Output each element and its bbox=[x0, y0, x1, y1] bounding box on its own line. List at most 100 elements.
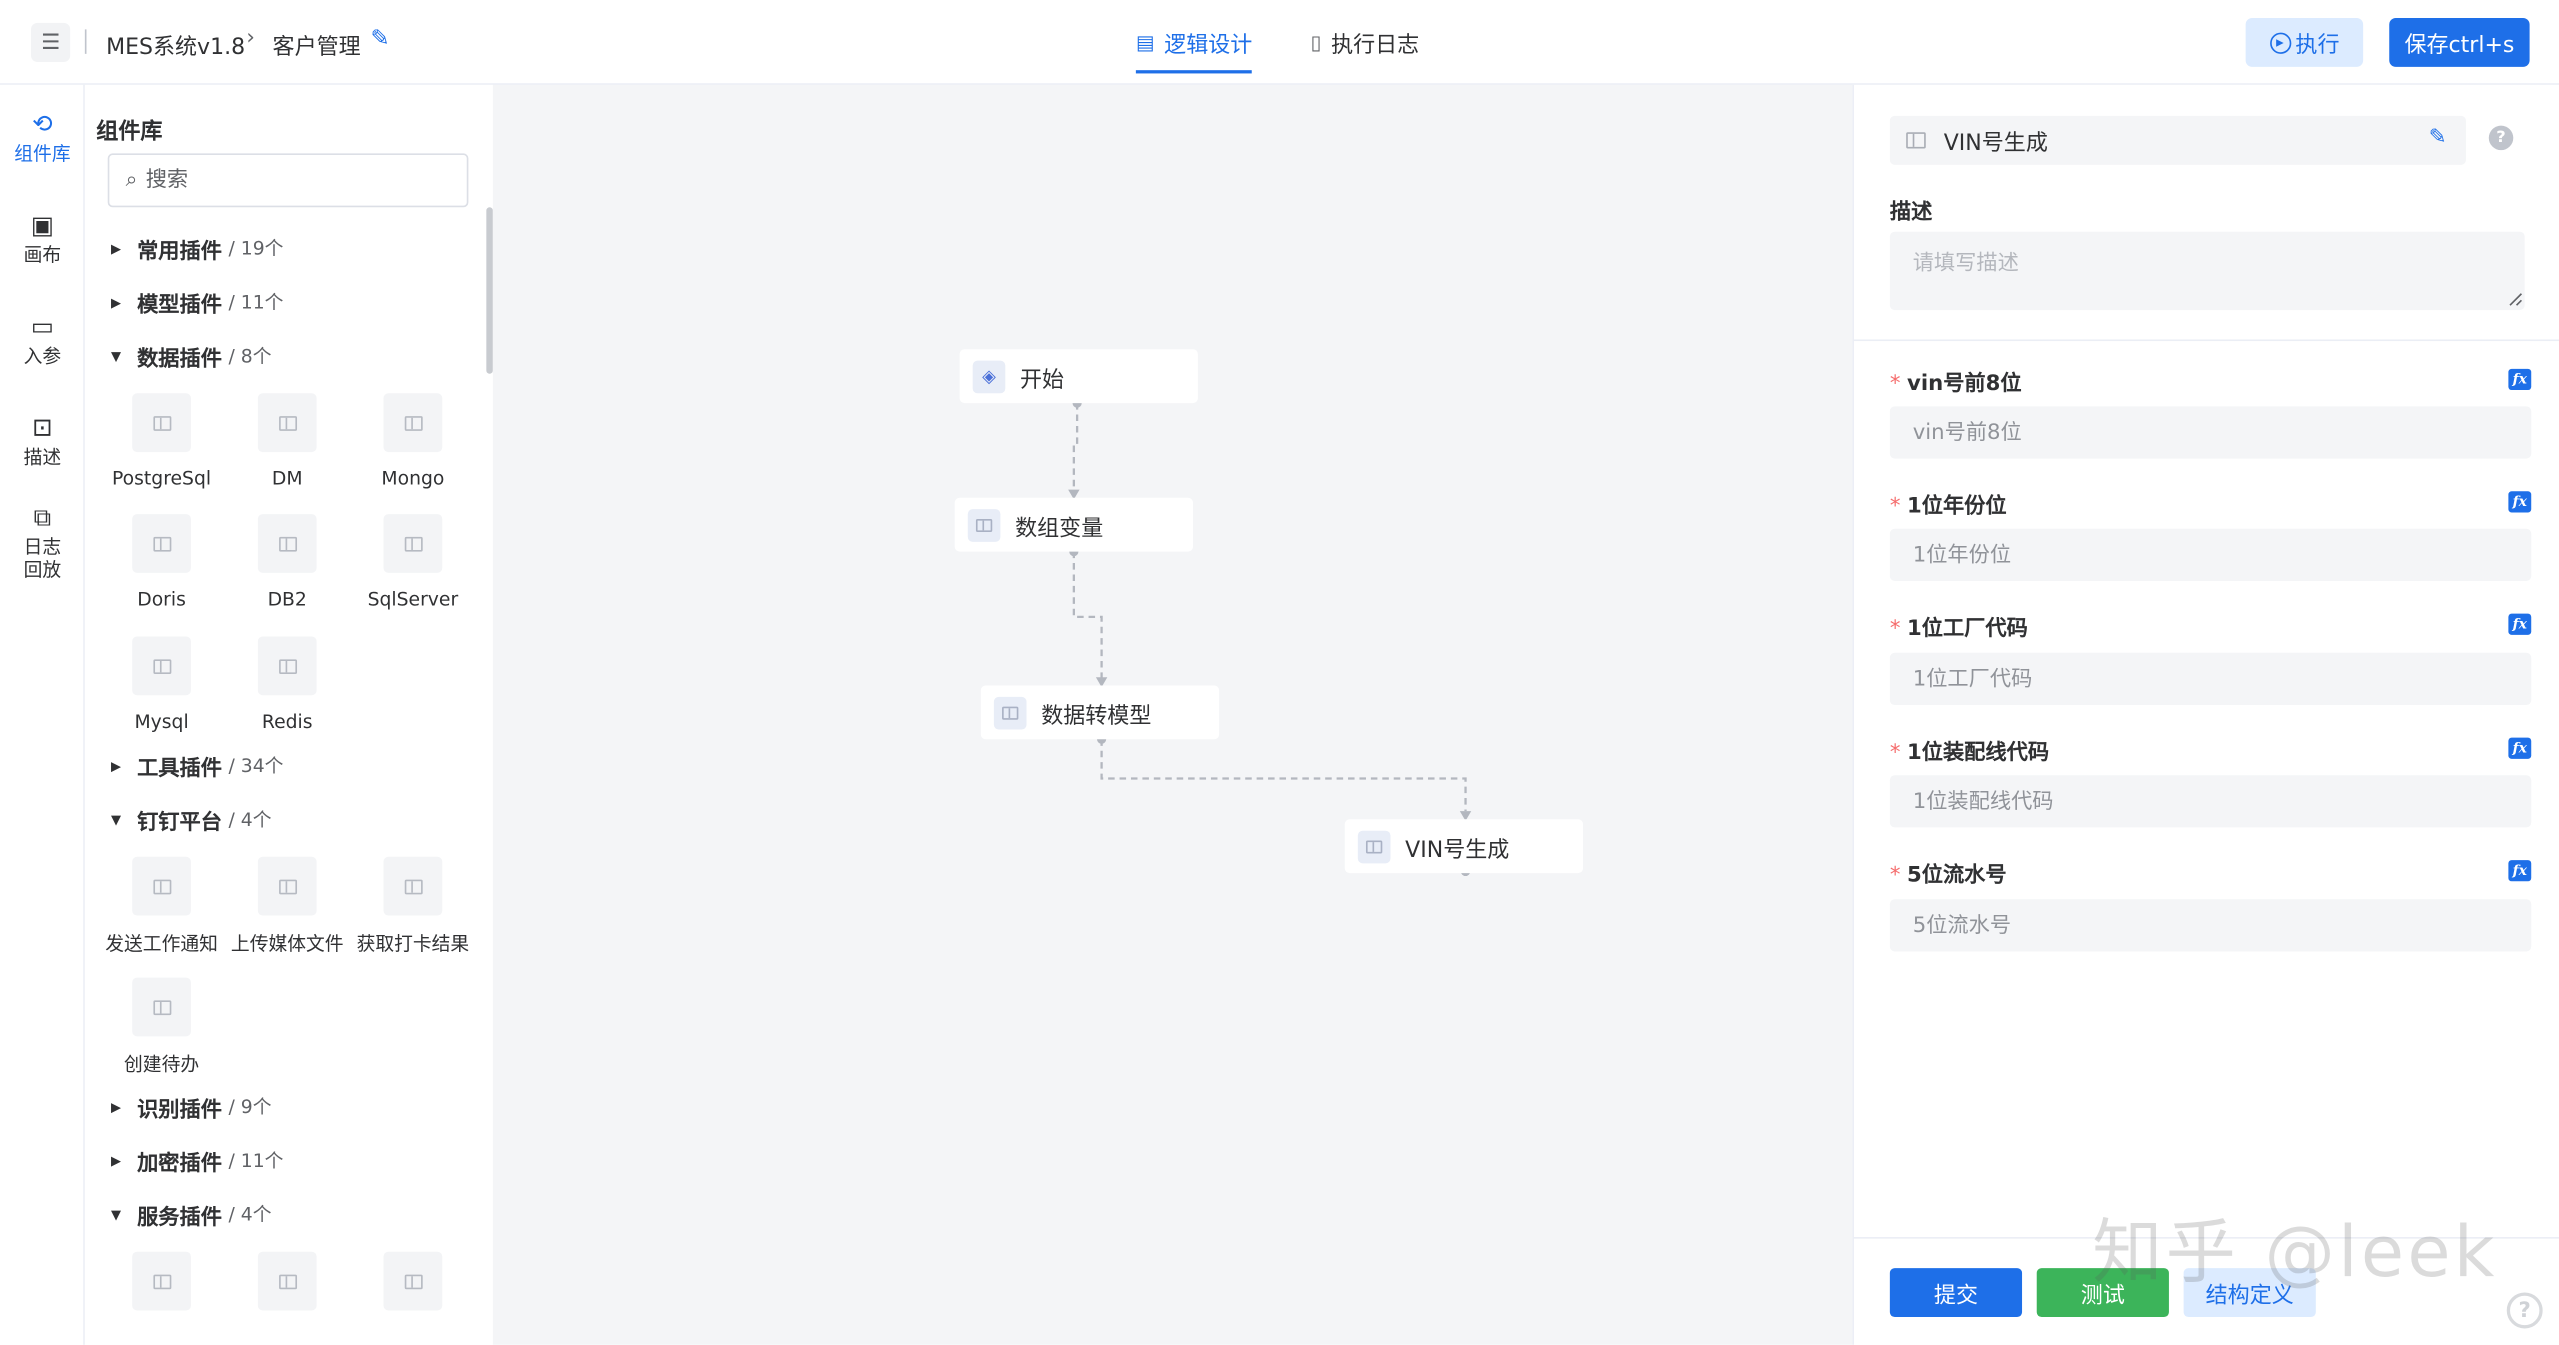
plugin-icon bbox=[383, 393, 443, 453]
group-name: 识别插件 bbox=[137, 1097, 222, 1122]
group-service-plugins[interactable]: ▼ 服务插件 / 4个 bbox=[111, 1198, 272, 1231]
fx-formula-icon[interactable]: fx bbox=[2508, 368, 2532, 391]
plugin-label: DB2 bbox=[267, 587, 307, 611]
group-dingtalk-platform[interactable]: ▼ 钉钉平台 / 4个 bbox=[111, 803, 272, 836]
canvas-icon: ▣ bbox=[30, 210, 55, 240]
tab-logic-design[interactable]: ▤ 逻辑设计 bbox=[1135, 0, 1253, 85]
plugin-mongo[interactable]: Mongo bbox=[348, 393, 479, 490]
caret-down-icon: ▼ bbox=[110, 811, 122, 827]
rail-item-plugin-library[interactable]: ⟲ 组件库 bbox=[0, 109, 85, 164]
group-recognition-plugins[interactable]: ▶ 识别插件 / 9个 bbox=[111, 1090, 272, 1123]
plugin-create-todo[interactable]: 创建待办 bbox=[96, 977, 227, 1078]
plugin-doris[interactable]: Doris bbox=[96, 514, 227, 610]
header-divider bbox=[84, 29, 87, 54]
flow-node-array-variable[interactable]: 数组变量 bbox=[954, 497, 1193, 552]
vin-first8-input[interactable] bbox=[1889, 406, 2532, 459]
rail-item-description[interactable]: ⊡ 描述 bbox=[0, 413, 85, 468]
edit-pencil-icon[interactable]: ✎ bbox=[2429, 126, 2447, 150]
rail-item-canvas[interactable]: ▣ 画布 bbox=[0, 211, 85, 266]
group-tool-plugins[interactable]: ▶ 工具插件 / 34个 bbox=[111, 749, 283, 782]
plugin-label: 上传媒体文件 bbox=[230, 931, 344, 955]
plugin-sqlserver[interactable]: SqlServer bbox=[348, 514, 479, 610]
plugin-send-work-notice[interactable]: 发送工作通知 bbox=[96, 856, 227, 957]
serial-number-input[interactable] bbox=[1889, 899, 2532, 952]
menu-list-icon[interactable]: ☰ bbox=[31, 22, 71, 63]
year-input[interactable] bbox=[1889, 528, 2532, 581]
plugin-icon bbox=[132, 1251, 191, 1311]
execute-button[interactable]: ▶ 执行 bbox=[2245, 17, 2364, 67]
plugin-get-clockin-result[interactable]: 获取打卡结果 bbox=[348, 856, 479, 957]
help-circle-icon[interactable]: ? bbox=[2506, 1292, 2543, 1329]
plugin-db2[interactable]: DB2 bbox=[222, 514, 353, 610]
help-icon[interactable]: ? bbox=[2488, 125, 2514, 151]
breadcrumb-page: 客户管理 bbox=[272, 34, 361, 61]
required-mark: * bbox=[1889, 372, 1901, 397]
plugin-service-2[interactable] bbox=[222, 1251, 353, 1311]
plugin-icon bbox=[257, 393, 317, 453]
plugin-redis[interactable]: Redis bbox=[222, 636, 353, 733]
plugin-icon bbox=[1357, 829, 1391, 863]
edit-pencil-icon[interactable]: ✎ bbox=[370, 26, 389, 52]
caret-right-icon: ▶ bbox=[110, 758, 122, 773]
search-icon: ⌕ bbox=[125, 168, 138, 193]
group-name: 钉钉平台 bbox=[137, 810, 222, 835]
plugin-label: 发送工作通知 bbox=[105, 931, 218, 955]
flow-node-vin-generate[interactable]: VIN号生成 bbox=[1344, 819, 1584, 874]
submit-button[interactable]: 提交 bbox=[1889, 1268, 2023, 1318]
fx-formula-icon[interactable]: fx bbox=[2508, 860, 2532, 882]
tab-logic-design-label: 逻辑设计 bbox=[1164, 32, 1253, 59]
save-button[interactable]: 保存ctrl+s bbox=[2389, 17, 2530, 67]
search-input[interactable] bbox=[145, 168, 440, 193]
plugin-label: DM bbox=[271, 466, 303, 490]
rail-item-label: 描述 bbox=[23, 445, 62, 469]
panel-divider bbox=[1853, 339, 2559, 342]
rail-item-input-params[interactable]: ▭ 入参 bbox=[0, 312, 85, 367]
plugin-service-3[interactable] bbox=[348, 1251, 479, 1311]
field-label-text: 1位装配线代码 bbox=[1906, 740, 2050, 766]
rail-item-log-replay[interactable]: ⧉ 日志 回放 bbox=[0, 503, 85, 581]
plugin-mysql[interactable]: Mysql bbox=[96, 636, 227, 733]
group-name: 模型插件 bbox=[137, 292, 222, 318]
group-data-plugins[interactable]: ▼ 数据插件 / 8个 bbox=[111, 339, 272, 372]
node-name-field[interactable]: VIN号生成 ✎ bbox=[1889, 115, 2466, 165]
flow-node-start[interactable]: ◈ 开始 bbox=[959, 349, 1198, 404]
plugin-icon bbox=[383, 1251, 443, 1311]
tab-execution-log[interactable]: ▯ 执行日志 bbox=[1310, 0, 1419, 85]
group-common-plugins[interactable]: ▶ 常用插件 / 19个 bbox=[111, 232, 283, 265]
plugin-icon bbox=[1906, 132, 1926, 149]
connection-model-to-vin bbox=[1100, 739, 1467, 812]
factory-code-input[interactable] bbox=[1889, 652, 2532, 706]
plugin-library-icon: ⟲ bbox=[32, 109, 53, 139]
plugin-dm[interactable]: DM bbox=[222, 393, 353, 490]
plugin-icon bbox=[132, 856, 191, 916]
fx-formula-icon[interactable]: fx bbox=[2508, 613, 2532, 635]
app-name[interactable]: MES系统v1.8 bbox=[106, 28, 245, 60]
plugin-label: 创建待办 bbox=[124, 1052, 200, 1076]
plugin-icon bbox=[132, 977, 191, 1037]
plugin-icon bbox=[132, 636, 191, 696]
assembly-line-code-input[interactable] bbox=[1889, 775, 2532, 828]
plugin-icon bbox=[132, 514, 191, 573]
plugin-service-1[interactable] bbox=[96, 1251, 227, 1311]
plugin-upload-media[interactable]: 上传媒体文件 bbox=[222, 856, 353, 957]
field-label-factory-code: * 1位工厂代码 bbox=[1890, 610, 2028, 641]
group-count: / 19个 bbox=[228, 236, 284, 260]
resize-grip-icon[interactable] bbox=[2508, 292, 2523, 307]
group-model-plugins[interactable]: ▶ 模型插件 / 11个 bbox=[111, 286, 283, 319]
connection-start-to-array bbox=[1072, 403, 1079, 495]
search-box[interactable]: ⌕ bbox=[107, 153, 469, 208]
node-label: VIN号生成 bbox=[1405, 836, 1510, 863]
node-properties-panel: VIN号生成 ✎ ? 描述 *vin号前8位 fx *1位年份位 fx *1位工… bbox=[1852, 84, 2559, 1345]
fx-formula-icon[interactable]: fx bbox=[2508, 491, 2532, 513]
description-textarea[interactable] bbox=[1889, 231, 2525, 311]
field-label-serial-number: * 5位流水号 bbox=[1890, 857, 2007, 887]
log-replay-icon: ⧉ bbox=[33, 502, 52, 533]
fx-formula-icon[interactable]: fx bbox=[2508, 737, 2532, 759]
caret-right-icon: ▶ bbox=[110, 1099, 122, 1114]
flow-node-data-to-model[interactable]: 数据转模型 bbox=[980, 685, 1220, 740]
plugin-label: 获取打卡结果 bbox=[356, 931, 470, 955]
flow-canvas[interactable]: ◈ 开始 数组变量 数据转模型 VIN号生成 bbox=[492, 84, 1853, 1345]
plugin-postgresql[interactable]: PostgreSql bbox=[96, 393, 227, 490]
group-encryption-plugins[interactable]: ▶ 加密插件 / 11个 bbox=[111, 1144, 283, 1177]
plugin-label: Redis bbox=[261, 709, 313, 733]
